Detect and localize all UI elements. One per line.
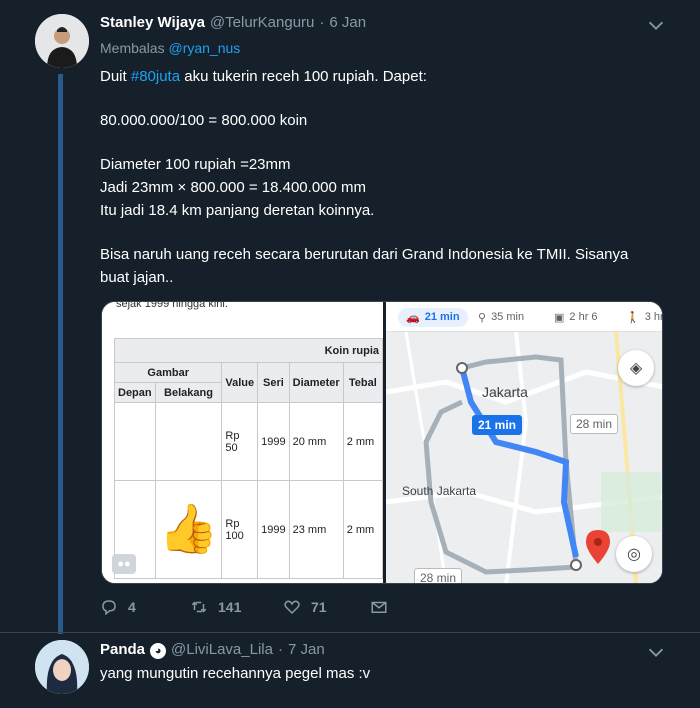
tweet-actions: 4 141 71: [100, 598, 400, 620]
media-image-map[interactable]: 🚗 21 min ⚲ 35 min ▣ 2 hr 6 🚶 3 hr Jakarta So…: [386, 302, 663, 583]
share-icon: [371, 601, 387, 613]
share-button[interactable]: [370, 598, 388, 616]
route-time-bubble-alt[interactable]: 28 min: [570, 414, 619, 434]
reply-icon: [102, 600, 116, 616]
cropped-text: sejak 1999 hingga kini.: [116, 302, 228, 310]
thumbs-up-icon: 👍: [154, 480, 223, 579]
tweet-text-line: 80.000.000/100 = 800.000 koin: [100, 112, 308, 129]
separator: ·: [319, 14, 325, 31]
replying-to: Membalas @ryan_nus: [100, 40, 240, 56]
table-row: Rp 50 1999 20 mm 2 mm: [114, 402, 383, 481]
tab-label: 21 min: [424, 311, 460, 323]
header-diameter: Diameter: [288, 362, 344, 403]
car-icon: 🚗: [406, 311, 420, 324]
map-label-jakarta: Jakarta: [482, 384, 528, 400]
tab-motorbike[interactable]: ⚲ 35 min: [478, 302, 524, 332]
tab-label: 3 hr: [644, 311, 663, 323]
cell-seri: 1999: [257, 480, 290, 579]
tab-drive[interactable]: 🚗 21 min: [398, 302, 468, 332]
tweet-text-line: buat jajan..: [100, 269, 174, 286]
hashtag-link[interactable]: #80juta: [131, 68, 180, 85]
like-button[interactable]: 71: [283, 598, 327, 616]
route-time-bubble-main[interactable]: 21 min: [472, 415, 523, 435]
chevron-down-icon[interactable]: [645, 641, 667, 663]
table-cell: [114, 402, 156, 481]
tweet-date[interactable]: 7 Jan: [288, 641, 325, 658]
chat-bubble-icon: ●●: [112, 554, 136, 574]
tweet-text-line: Diameter 100 rupiah =23mm: [100, 156, 291, 173]
header-value: Value: [221, 362, 259, 403]
text-segment: Duit: [100, 68, 127, 85]
route-end: [570, 559, 582, 571]
tweet-date[interactable]: 6 Jan: [329, 14, 366, 31]
walk-icon: 🚶: [626, 311, 640, 324]
route-time-bubble-alt[interactable]: 28 min: [414, 568, 463, 583]
tweet-media: sejak 1999 hingga kini. Koin rupia Gamba…: [101, 301, 663, 584]
table-cell: [154, 402, 223, 481]
retweet-button[interactable]: 141: [190, 598, 241, 616]
travel-mode-tabs: 🚗 21 min ⚲ 35 min ▣ 2 hr 6 🚶 3 hr: [386, 302, 663, 332]
panda-emoji-icon: ◕: [150, 643, 167, 659]
tweet-text-line: Jadi 23mm × 800.000 = 18.400.000 mm: [100, 179, 367, 196]
tab-label: 35 min: [491, 311, 525, 323]
route-start: [456, 362, 468, 374]
tweet-text-line: Itu jadi 18.4 km panjang deretan koinnya…: [100, 202, 375, 219]
table-caption: Koin rupia: [114, 338, 383, 363]
text-segment: aku tukerin receh 100 rupiah. Dapet:: [184, 68, 427, 85]
header-seri: Seri: [257, 362, 290, 403]
cell-value: Rp 100: [221, 480, 259, 579]
tab-transit[interactable]: ▣ 2 hr 6: [554, 302, 598, 332]
retweet-icon: [191, 601, 207, 613]
my-location-icon[interactable]: ◎: [616, 536, 652, 572]
author-handle[interactable]: @TelurKanguru: [210, 14, 314, 31]
coin-table: Koin rupia Gambar Value Seri Diameter Te…: [113, 338, 383, 579]
author-handle[interactable]: @LiviLava_Lila: [171, 641, 273, 658]
header-belakang: Belakang: [154, 382, 223, 403]
cell-tebal: 2 mm: [342, 402, 383, 481]
map-label-south-jakarta: South Jakarta: [402, 484, 477, 498]
motorbike-icon: ⚲: [478, 311, 487, 324]
reply-count: 4: [128, 599, 136, 615]
avatar-photo: [35, 640, 89, 694]
tweet-text-line: Bisa naruh uang receh secara berurutan d…: [100, 246, 629, 263]
tweet-header: Stanley Wijaya @TelurKanguru · 6 Jan: [100, 14, 366, 31]
tweet-text-line: Duit #80juta aku tukerin receh 100 rupia…: [100, 66, 427, 88]
cell-tebal: 2 mm: [342, 480, 383, 579]
heart-icon: [284, 600, 300, 615]
retweet-count: 141: [218, 599, 242, 615]
cell-diameter: 20 mm: [288, 402, 344, 481]
cell-value: Rp 50: [221, 402, 259, 481]
avatar-photo: [35, 14, 89, 68]
thread-connector: [58, 74, 63, 634]
avatar[interactable]: [35, 640, 89, 694]
header-depan: Depan: [114, 382, 156, 403]
cell-diameter: 23 mm: [288, 480, 344, 579]
reply-mention-link[interactable]: @ryan_nus: [168, 40, 240, 56]
bus-icon: ▣: [554, 311, 565, 324]
cell-seri: 1999: [257, 402, 290, 481]
author-name[interactable]: Panda: [100, 641, 145, 658]
header-tebal: Tebal: [342, 362, 383, 403]
reply-tweet-header: Panda ◕ @LiviLava_Lila · 7 Jan: [100, 641, 325, 659]
reply-prefix: Membalas: [100, 40, 165, 56]
reply-button[interactable]: 4: [100, 598, 136, 616]
separator: ·: [277, 641, 283, 658]
like-count: 71: [311, 599, 327, 615]
author-name[interactable]: Stanley Wijaya: [100, 14, 205, 31]
avatar[interactable]: [35, 14, 89, 68]
table-row: 👍 Rp 100 1999 23 mm 2 mm: [114, 480, 383, 579]
reply-tweet-text: yang mungutin recehannya pegel mas :v: [100, 665, 371, 682]
media-image-coin-table[interactable]: sejak 1999 hingga kini. Koin rupia Gamba…: [102, 302, 383, 583]
chevron-down-icon[interactable]: [645, 14, 667, 36]
tab-label: 2 hr 6: [569, 311, 598, 323]
tab-walk[interactable]: 🚶 3 hr: [626, 302, 663, 332]
tweet-divider: [0, 632, 700, 633]
layers-icon[interactable]: ◈: [618, 350, 654, 386]
header-gambar: Gambar: [113, 362, 223, 383]
